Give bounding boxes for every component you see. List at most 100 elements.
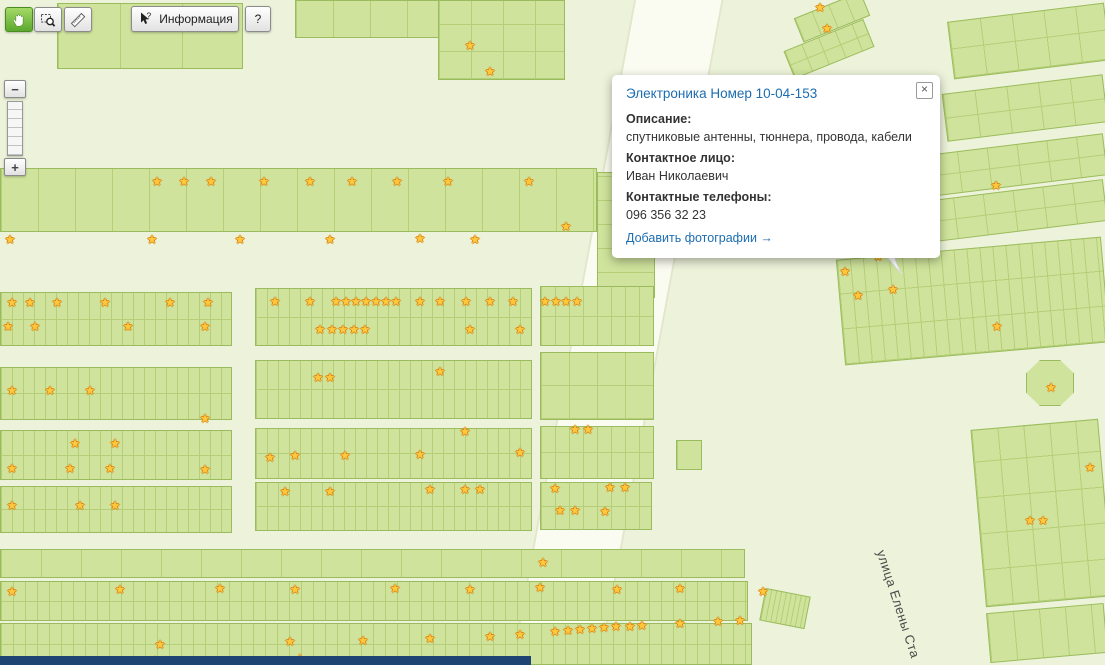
stall-marker-star[interactable]: ★ <box>425 633 436 645</box>
stall-marker-star[interactable]: ★ <box>285 636 296 648</box>
stall-marker-star[interactable]: ★ <box>822 23 833 35</box>
stall-marker-star[interactable]: ★ <box>605 482 616 494</box>
stall-marker-star[interactable]: ★ <box>538 557 549 569</box>
stall-marker-star[interactable]: ★ <box>612 584 623 596</box>
stall-marker-star[interactable]: ★ <box>123 321 134 333</box>
stall-marker-star[interactable]: ★ <box>853 290 864 302</box>
stall-marker-star[interactable]: ★ <box>540 296 551 308</box>
pan-tool-button[interactable] <box>5 7 33 32</box>
stall-marker-star[interactable]: ★ <box>435 296 446 308</box>
stall-marker-star[interactable]: ★ <box>280 486 291 498</box>
stall-marker-star[interactable]: ★ <box>485 66 496 78</box>
stall-marker-star[interactable]: ★ <box>358 635 369 647</box>
stall-marker-star[interactable]: ★ <box>313 372 324 384</box>
stall-marker-star[interactable]: ★ <box>203 297 214 309</box>
stall-marker-star[interactable]: ★ <box>600 506 611 518</box>
stall-marker-star[interactable]: ★ <box>815 2 826 14</box>
stall-marker-star[interactable]: ★ <box>735 615 746 627</box>
stall-marker-star[interactable]: ★ <box>338 324 349 336</box>
stall-marker-star[interactable]: ★ <box>599 622 610 634</box>
stall-marker-star[interactable]: ★ <box>265 452 276 464</box>
zoom-in-button[interactable]: + <box>4 158 26 176</box>
stall-marker-star[interactable]: ★ <box>515 629 526 641</box>
stall-marker-star[interactable]: ★ <box>758 586 769 598</box>
market-map-canvas[interactable]: ★ ★ ★ ★ ★ ★ ★ ★ ★ ★ ★ ★ ★ ★ ★ ★ ★ ★ ★ ★ ★ ★ ★ ★ ★ ★ ★ ★ ★ ★ ★ ★ ★ ★ ★ ★ ★ ★ ★ ★… <box>0 0 1105 665</box>
stall-marker-star[interactable]: ★ <box>325 486 336 498</box>
stall-marker-star[interactable]: ★ <box>75 500 86 512</box>
stall-marker-star[interactable]: ★ <box>5 234 16 246</box>
stall-marker-star[interactable]: ★ <box>325 372 336 384</box>
stall-marker-star[interactable]: ★ <box>215 583 226 595</box>
stall-marker-star[interactable]: ★ <box>508 296 519 308</box>
zoom-area-tool-button[interactable] <box>34 7 62 32</box>
stall-marker-star[interactable]: ★ <box>713 616 724 628</box>
stall-marker-star[interactable]: ★ <box>465 40 476 52</box>
stall-marker-star[interactable]: ★ <box>611 621 622 633</box>
zoom-out-button[interactable]: − <box>4 80 26 98</box>
stall-marker-star[interactable]: ★ <box>840 266 851 278</box>
ruler-tool-button[interactable] <box>64 7 92 32</box>
stall-marker-star[interactable]: ★ <box>461 296 472 308</box>
stall-marker-star[interactable]: ★ <box>305 296 316 308</box>
stall-marker-star[interactable]: ★ <box>52 297 63 309</box>
stall-marker-star[interactable]: ★ <box>415 233 426 245</box>
stall-marker-star[interactable]: ★ <box>485 296 496 308</box>
stall-marker-star[interactable]: ★ <box>515 447 526 459</box>
stall-marker-star[interactable]: ★ <box>270 296 281 308</box>
stall-marker-star[interactable]: ★ <box>392 176 403 188</box>
stall-marker-star[interactable]: ★ <box>675 618 686 630</box>
stall-marker-star[interactable]: ★ <box>30 321 41 333</box>
stall-marker-star[interactable]: ★ <box>7 463 18 475</box>
stall-marker-star[interactable]: ★ <box>179 176 190 188</box>
stall-marker-star[interactable]: ★ <box>85 385 96 397</box>
stall-marker-star[interactable]: ★ <box>235 234 246 246</box>
stall-marker-star[interactable]: ★ <box>325 234 336 246</box>
stall-marker-star[interactable]: ★ <box>45 385 56 397</box>
stall-marker-star[interactable]: ★ <box>147 234 158 246</box>
stall-marker-star[interactable]: ★ <box>561 221 572 233</box>
stall-marker-star[interactable]: ★ <box>100 297 111 309</box>
zoom-slider[interactable] <box>7 101 23 156</box>
stall-marker-star[interactable]: ★ <box>620 482 631 494</box>
information-tool-button[interactable]: ? Информация <box>131 6 239 32</box>
stall-marker-star[interactable]: ★ <box>349 324 360 336</box>
stall-marker-star[interactable]: ★ <box>575 624 586 636</box>
stall-marker-star[interactable]: ★ <box>390 583 401 595</box>
stall-marker-star[interactable]: ★ <box>115 584 126 596</box>
stall-marker-star[interactable]: ★ <box>465 324 476 336</box>
stall-marker-star[interactable]: ★ <box>152 176 163 188</box>
stall-marker-star[interactable]: ★ <box>583 424 594 436</box>
stall-marker-star[interactable]: ★ <box>1038 515 1049 527</box>
stall-marker-star[interactable]: ★ <box>563 625 574 637</box>
stall-marker-star[interactable]: ★ <box>200 413 211 425</box>
stall-marker-star[interactable]: ★ <box>460 484 471 496</box>
stall-marker-star[interactable]: ★ <box>1025 515 1036 527</box>
stall-marker-star[interactable]: ★ <box>570 505 581 517</box>
stall-marker-star[interactable]: ★ <box>7 385 18 397</box>
stall-marker-star[interactable]: ★ <box>340 450 351 462</box>
stall-marker-star[interactable]: ★ <box>443 176 454 188</box>
stall-marker-star[interactable]: ★ <box>110 438 121 450</box>
stall-marker-star[interactable]: ★ <box>7 586 18 598</box>
stall-marker-star[interactable]: ★ <box>3 321 14 333</box>
stall-marker-star[interactable]: ★ <box>460 426 471 438</box>
stall-marker-star[interactable]: ★ <box>535 582 546 594</box>
stall-marker-star[interactable]: ★ <box>625 621 636 633</box>
stall-marker-star[interactable]: ★ <box>1046 382 1057 394</box>
stall-marker-star[interactable]: ★ <box>435 366 446 378</box>
stall-marker-star[interactable]: ★ <box>155 639 166 651</box>
stall-marker-star[interactable]: ★ <box>259 176 270 188</box>
stall-marker-star[interactable]: ★ <box>570 424 581 436</box>
stall-marker-star[interactable]: ★ <box>425 484 436 496</box>
stall-marker-star[interactable]: ★ <box>637 620 648 632</box>
stall-marker-star[interactable]: ★ <box>561 296 572 308</box>
stall-marker-star[interactable]: ★ <box>290 450 301 462</box>
stall-marker-star[interactable]: ★ <box>515 324 526 336</box>
stall-marker-star[interactable]: ★ <box>305 176 316 188</box>
stall-marker-star[interactable]: ★ <box>7 500 18 512</box>
stall-marker-star[interactable]: ★ <box>347 176 358 188</box>
stall-marker-star[interactable]: ★ <box>65 463 76 475</box>
stall-marker-star[interactable]: ★ <box>391 296 402 308</box>
stall-marker-star[interactable]: ★ <box>327 324 338 336</box>
stall-marker-star[interactable]: ★ <box>470 234 481 246</box>
